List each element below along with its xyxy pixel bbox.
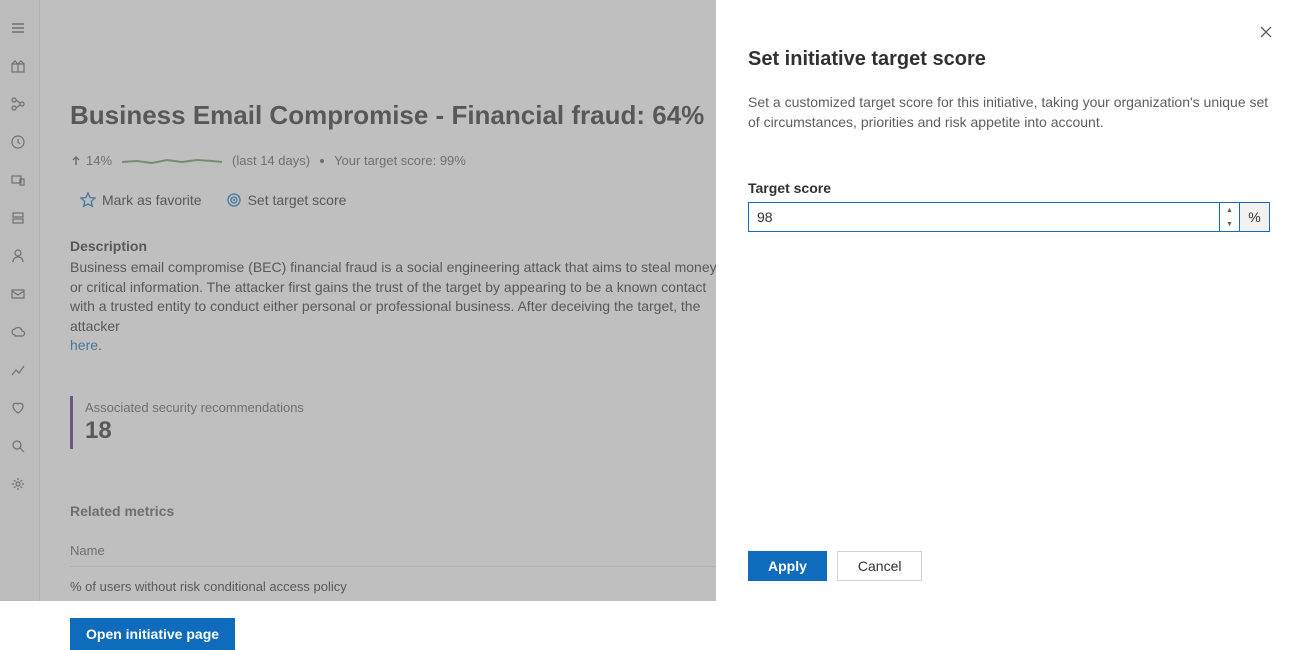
server-icon[interactable] (10, 210, 30, 230)
user-icon[interactable] (10, 248, 30, 268)
panel-title: Set initiative target score (748, 48, 1270, 71)
gift-icon[interactable] (10, 58, 30, 78)
chart-icon[interactable] (10, 362, 30, 382)
number-spinner: ▲ ▼ (1220, 202, 1240, 232)
left-nav-rail (0, 0, 40, 601)
set-target-panel: Set initiative target score Set a custom… (716, 0, 1290, 601)
cloud-icon[interactable] (10, 324, 30, 344)
nodes-icon[interactable] (10, 96, 30, 116)
panel-description: Set a customized target score for this i… (748, 93, 1270, 132)
menu-icon[interactable] (10, 20, 30, 40)
star-icon (80, 192, 96, 208)
set-target-button[interactable]: Set target score (226, 192, 347, 208)
percent-suffix: % (1240, 202, 1270, 232)
mail-icon[interactable] (10, 286, 30, 306)
mark-favorite-label: Mark as favorite (102, 192, 202, 208)
target-score-input-group: ▲ ▼ % (748, 202, 1270, 232)
target-score-label: Target score (748, 180, 1270, 196)
trend-value: 14% (86, 153, 112, 168)
sparkline (122, 154, 222, 168)
separator-dot (320, 159, 324, 163)
devices-icon[interactable] (10, 172, 30, 192)
panel-footer: Apply Cancel (748, 551, 922, 581)
heart-icon[interactable] (10, 400, 30, 420)
apply-button[interactable]: Apply (748, 551, 827, 581)
spinner-down-icon[interactable]: ▼ (1220, 217, 1239, 231)
mark-favorite-button[interactable]: Mark as favorite (80, 192, 202, 208)
arrow-up-icon (70, 155, 82, 167)
target-icon (226, 192, 242, 208)
description-text: Business email compromise (BEC) financia… (70, 258, 730, 356)
cancel-button[interactable]: Cancel (837, 551, 923, 581)
target-score-text: Your target score: 99% (334, 153, 466, 168)
close-icon[interactable] (1258, 24, 1274, 40)
description-body: Business email compromise (BEC) financia… (70, 259, 717, 334)
search-icon[interactable] (10, 438, 30, 458)
description-link[interactable]: here (70, 337, 98, 353)
clock-icon[interactable] (10, 134, 30, 154)
spinner-up-icon[interactable]: ▲ (1220, 203, 1239, 217)
trend-indicator: 14% (70, 153, 112, 168)
settings-icon[interactable] (10, 476, 30, 496)
open-initiative-button[interactable]: Open initiative page (70, 618, 235, 650)
trend-period: (last 14 days) (232, 153, 310, 168)
target-score-input[interactable] (748, 202, 1220, 232)
set-target-label: Set target score (248, 192, 347, 208)
